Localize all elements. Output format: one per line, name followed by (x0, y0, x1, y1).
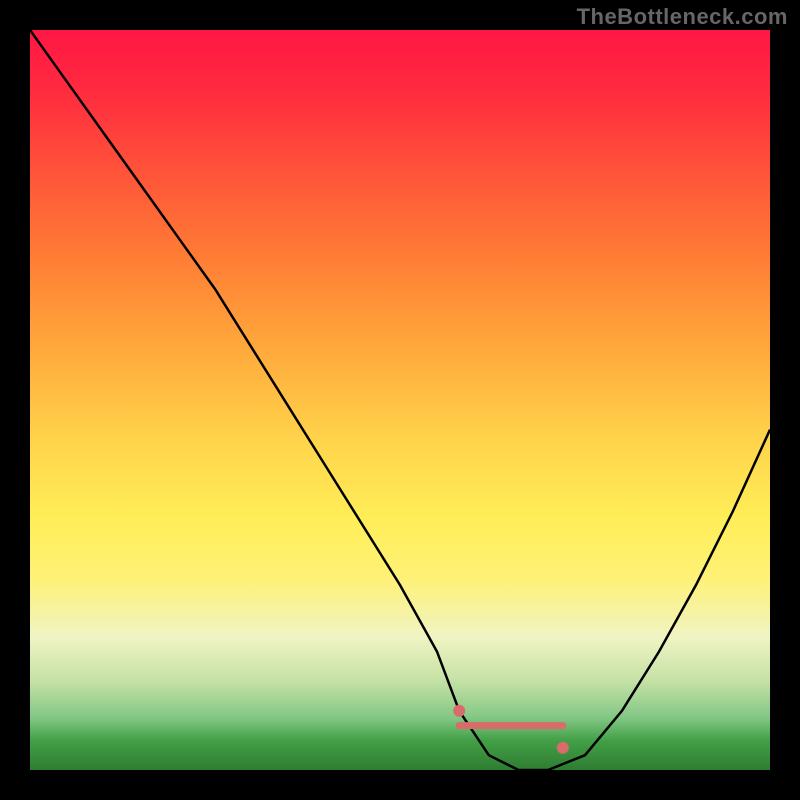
marker-dot (453, 705, 465, 717)
optimal-markers (30, 30, 770, 770)
marker-dot (557, 742, 569, 754)
attribution-text: TheBottleneck.com (577, 4, 788, 30)
plot-area (30, 30, 770, 770)
chart-frame: TheBottleneck.com (0, 0, 800, 800)
